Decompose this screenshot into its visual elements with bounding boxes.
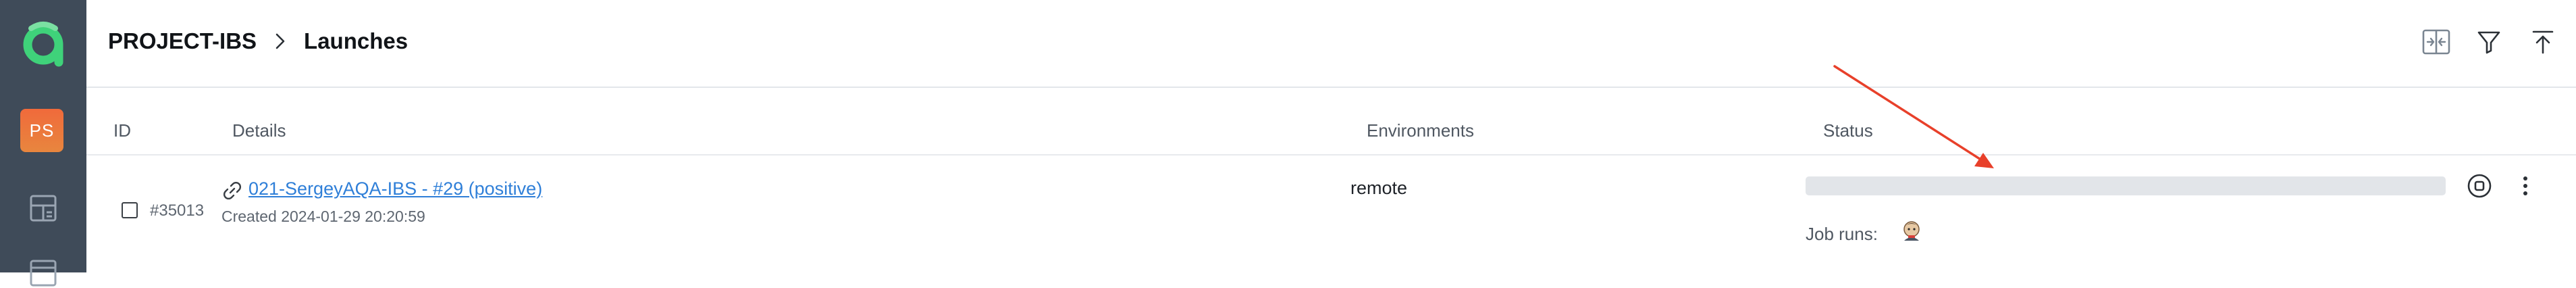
row-checkbox[interactable]	[122, 202, 138, 218]
filter-icon	[2477, 31, 2500, 54]
chevron-right-icon	[275, 33, 285, 49]
sidebar: PS	[0, 0, 86, 287]
table-header: ID Details Environments Status	[86, 108, 2576, 155]
upload-icon	[2532, 30, 2554, 54]
launch-name-link[interactable]: 021-SergeyAQA-IBS - #29 (positive)	[248, 178, 542, 199]
compare-button[interactable]	[2417, 23, 2455, 61]
status-progress-bar	[1806, 176, 2446, 195]
project-avatar[interactable]: PS	[20, 109, 63, 152]
breadcrumb-project[interactable]: PROJECT-IBS	[108, 28, 257, 54]
compare-icon	[2422, 29, 2450, 55]
column-status[interactable]: Status	[1823, 120, 1873, 141]
more-vertical-icon[interactable]	[2511, 171, 2540, 201]
breadcrumb: PROJECT-IBS Launches	[108, 28, 408, 54]
job-runs-label: Job runs:	[1806, 224, 1878, 244]
table-row[interactable]: #35013 021-SergeyAQA-IBS - #29 (positive…	[86, 155, 2576, 272]
table-icon[interactable]	[28, 258, 58, 288]
column-id[interactable]: ID	[113, 120, 131, 141]
breadcrumb-page: Launches	[304, 28, 409, 53]
launch-id: #35013	[150, 201, 205, 220]
filter-button[interactable]	[2470, 23, 2508, 61]
link-icon	[224, 182, 241, 199]
jenkins-avatar-icon[interactable]	[1899, 218, 1924, 243]
stop-icon[interactable]	[2465, 171, 2494, 201]
environment-value: remote	[1350, 178, 1408, 198]
column-environments[interactable]: Environments	[1367, 120, 1474, 141]
page-header: PROJECT-IBS Launches	[86, 0, 2576, 88]
launch-created-date: Created 2024-01-29 20:20:59	[221, 208, 425, 225]
column-details[interactable]: Details	[232, 120, 286, 141]
allure-logo-icon[interactable]	[18, 18, 69, 69]
upload-button[interactable]	[2524, 23, 2562, 61]
dashboard-icon[interactable]	[28, 193, 58, 223]
